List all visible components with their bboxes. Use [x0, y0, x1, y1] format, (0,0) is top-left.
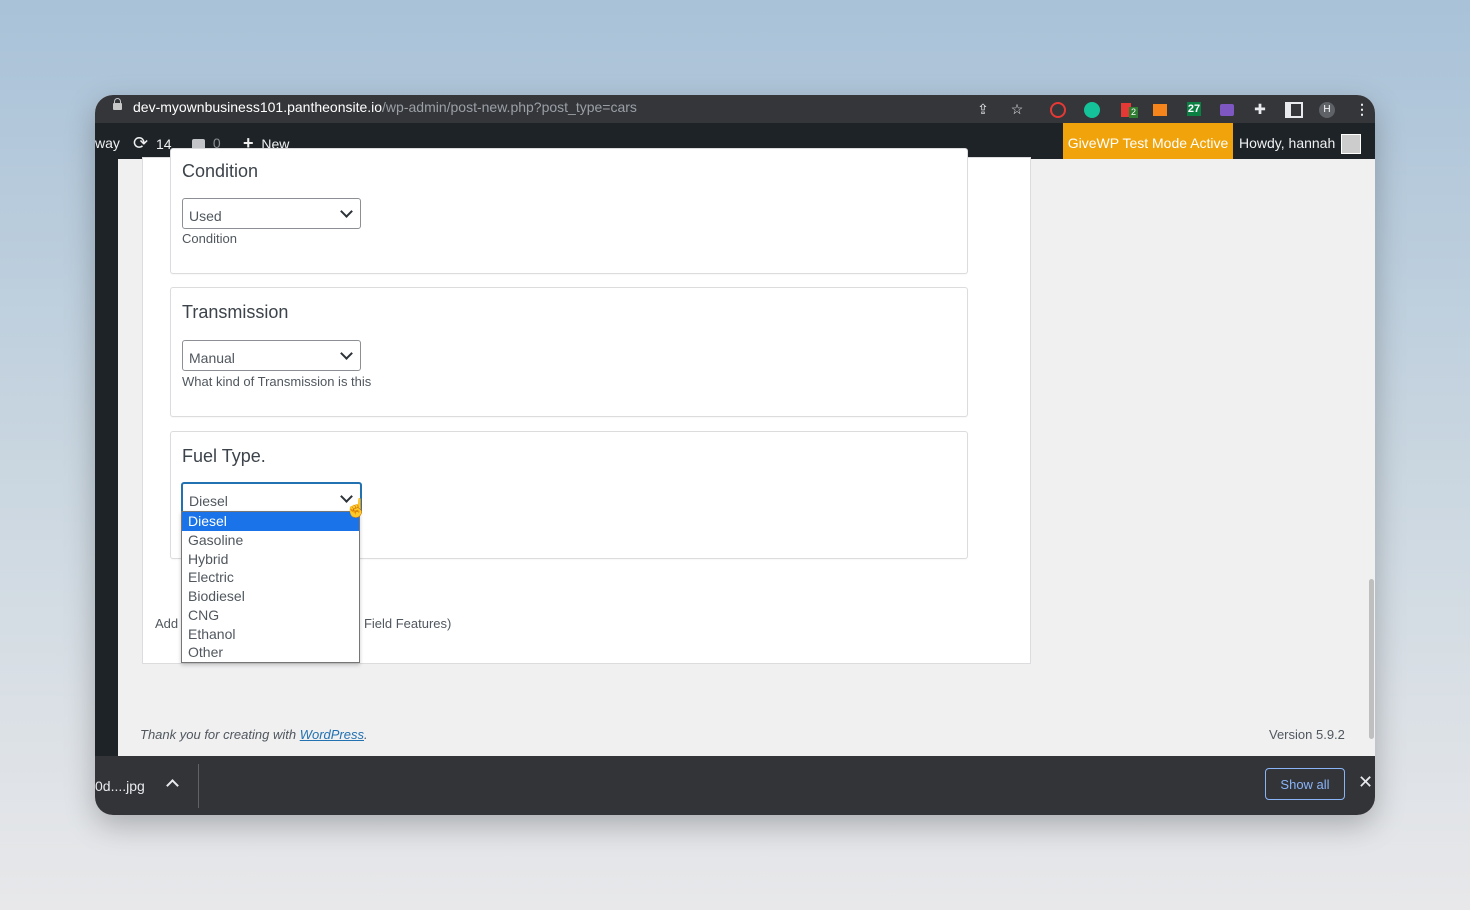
- mouse-pointer-hand-icon: ☝: [345, 498, 368, 518]
- download-divider: [198, 764, 199, 808]
- partial-text-left: Add: [155, 616, 179, 631]
- lock-icon: [113, 98, 122, 110]
- address-bar[interactable]: dev-myownbusiness101.pantheonsite.io/wp-…: [95, 95, 1375, 123]
- fuel-type-option[interactable]: Electric: [182, 568, 359, 587]
- my-account-link[interactable]: Howdy, hannah: [1239, 123, 1362, 159]
- extensions-puzzle-icon[interactable]: ✚: [1250, 99, 1270, 119]
- metamask-icon[interactable]: [1150, 99, 1170, 119]
- grammarly-icon[interactable]: [1082, 99, 1102, 119]
- show-all-downloads-button[interactable]: Show all: [1265, 768, 1345, 800]
- fuel-type-option[interactable]: CNG: [182, 606, 359, 625]
- avatar: [1341, 134, 1362, 155]
- updates-link[interactable]: ⟳ 14: [133, 123, 172, 159]
- transmission-select[interactable]: Manual: [182, 340, 361, 371]
- download-item-filename[interactable]: 0d....jpg: [95, 778, 145, 794]
- transmission-title: Transmission: [182, 302, 289, 322]
- chevron-down-icon: [340, 347, 353, 360]
- extension-red-icon[interactable]: 2: [1116, 99, 1139, 119]
- close-icon[interactable]: ✕: [1358, 772, 1373, 793]
- download-shelf: 0d....jpg Show all ✕: [95, 756, 1375, 815]
- profile-avatar[interactable]: H: [1317, 99, 1337, 119]
- condition-field-panel: Condition Used Condition: [170, 148, 968, 274]
- admin-sidebar: [95, 159, 118, 756]
- extension-27-icon[interactable]: 27: [1184, 99, 1204, 119]
- browser-window: dev-myownbusiness101.pantheonsite.io/wp-…: [95, 95, 1375, 815]
- chevron-up-icon[interactable]: [166, 779, 179, 792]
- transmission-field-panel: Transmission Manual What kind of Transmi…: [170, 287, 968, 417]
- url-text[interactable]: dev-myownbusiness101.pantheonsite.io/wp-…: [133, 99, 637, 115]
- condition-title: Condition: [182, 161, 259, 181]
- footer-thanks: Thank you for creating with WordPress.: [140, 727, 368, 742]
- fuel-type-option[interactable]: Other: [182, 643, 359, 662]
- site-name-link[interactable]: way: [95, 123, 120, 159]
- fuel-type-option[interactable]: Gasoline: [182, 531, 359, 550]
- bookmark-star-icon[interactable]: ☆: [1007, 99, 1027, 119]
- layers-icon[interactable]: [1217, 99, 1237, 119]
- share-icon[interactable]: ⇪: [973, 99, 993, 119]
- extension-blocked-icon[interactable]: [1048, 99, 1068, 119]
- givewp-test-mode-notice[interactable]: GiveWP Test Mode Active: [1063, 123, 1233, 159]
- fuel-type-option[interactable]: Diesel: [182, 512, 359, 531]
- fuel-type-option[interactable]: Hybrid: [182, 550, 359, 569]
- scrollbar-thumb[interactable]: [1369, 579, 1374, 739]
- fuel-type-option[interactable]: Ethanol: [182, 625, 359, 644]
- main-content: Condition Used Condition Transmission Ma…: [118, 148, 1368, 756]
- condition-description: Condition: [182, 231, 237, 246]
- fuel-type-title: Fuel Type.: [182, 446, 266, 466]
- fuel-type-option[interactable]: Biodiesel: [182, 587, 359, 606]
- chevron-down-icon: [340, 205, 353, 218]
- condition-select[interactable]: Used: [182, 198, 361, 229]
- transmission-description: What kind of Transmission is this: [182, 374, 372, 389]
- footer-version: Version 5.9.2: [1269, 727, 1345, 742]
- partial-text-right: - Field Features): [356, 616, 452, 631]
- custom-fields-box: Condition Used Condition Transmission Ma…: [142, 148, 1031, 664]
- browser-menu-icon[interactable]: ⋮: [1352, 99, 1372, 119]
- page-scrollbar[interactable]: [1368, 159, 1375, 756]
- side-panel-icon[interactable]: [1284, 99, 1304, 119]
- updates-icon: ⟳: [133, 133, 149, 153]
- wordpress-link[interactable]: WordPress: [300, 727, 364, 742]
- fuel-type-dropdown-list[interactable]: Diesel Gasoline Hybrid Electric Biodiesel CNG…: [181, 511, 360, 663]
